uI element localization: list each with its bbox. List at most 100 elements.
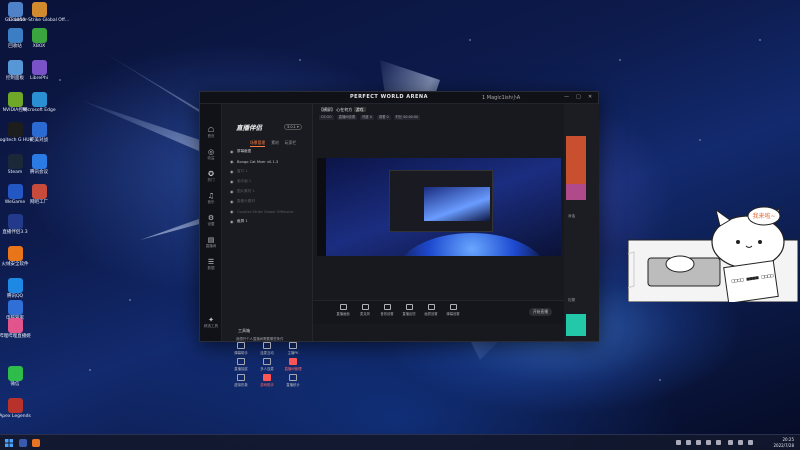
eye-icon[interactable]: ◉ bbox=[230, 149, 235, 154]
scene-item[interactable]: ◉ Counter-Strike Global Offensive bbox=[230, 208, 305, 215]
windows-start-icon[interactable] bbox=[5, 439, 13, 447]
desktop-icon[interactable]: Apex Legends bbox=[0, 398, 31, 419]
taskbar-pinned-app-icon[interactable] bbox=[32, 439, 40, 447]
tray-chevron-icon[interactable] bbox=[676, 440, 681, 445]
desktop-icon[interactable]: Logitech G HUB bbox=[0, 122, 33, 143]
toolbox-header: 工具箱 bbox=[238, 328, 250, 333]
chat-tab-gifts[interactable]: 礼物 bbox=[568, 298, 575, 303]
desktop-icon[interactable]: 直播伴侣3.3 bbox=[2, 214, 28, 235]
rail-item[interactable]: ✪ 热门 bbox=[204, 170, 218, 183]
stream-preview-canvas[interactable] bbox=[317, 158, 561, 256]
rail-item[interactable]: ◎ 收益 bbox=[204, 148, 218, 161]
eye-icon[interactable]: ◉ bbox=[230, 199, 235, 204]
maximize-icon[interactable]: □ bbox=[576, 94, 581, 100]
stream-control-button[interactable]: 麦克风 bbox=[355, 304, 375, 316]
desktop-icon[interactable]: LibrePhi bbox=[26, 60, 52, 81]
desktop-icon[interactable]: 火绒安全软件 bbox=[2, 246, 29, 267]
eye-icon[interactable]: ◉ bbox=[230, 179, 235, 184]
tool-label: 弹幕助手 bbox=[234, 351, 248, 355]
stream-info-chip[interactable]: 热度 0 bbox=[360, 115, 374, 120]
scene-tab[interactable]: 素材 bbox=[271, 140, 279, 147]
scene-tab[interactable]: 场景管理 bbox=[250, 140, 266, 147]
desktop-icon[interactable]: Microsoft Edge bbox=[22, 92, 56, 113]
toolbox-item[interactable]: 直播抽奖 bbox=[230, 358, 252, 371]
desktop-icon[interactable]: 网吧工厂 bbox=[26, 184, 52, 205]
stream-control-label: 直播反馈 bbox=[402, 312, 416, 316]
stream-info-chip[interactable]: CS:GO bbox=[319, 115, 334, 120]
toolbox-item[interactable]: 主播PK bbox=[282, 342, 304, 355]
eye-icon[interactable]: ◉ bbox=[230, 169, 235, 174]
scene-item[interactable]: ◉ 摄像头素材 bbox=[230, 198, 305, 205]
toolbox-item[interactable]: 多人连麦 bbox=[256, 358, 278, 371]
app-title-bar[interactable]: PERFECT WORLD ARENA 1 Magic1ish小A — □ ✕ bbox=[200, 92, 598, 104]
scene-item[interactable]: ◉ 画中画 1 bbox=[230, 178, 305, 185]
tray-app-icon[interactable] bbox=[696, 440, 701, 445]
toolbox-item[interactable]: 虚拟形象 bbox=[230, 374, 252, 387]
user-name[interactable]: 1 Magic1ish小A bbox=[482, 94, 520, 101]
stream-control-button[interactable]: 画质设置 bbox=[421, 304, 441, 316]
desktop-app-icon bbox=[7, 278, 23, 293]
desktop-icon[interactable]: Counter-Strike Global Off... bbox=[9, 2, 69, 23]
eye-icon[interactable]: ◉ bbox=[230, 219, 235, 224]
desktop-icon[interactable]: XBOX bbox=[26, 28, 52, 49]
close-icon[interactable]: ✕ bbox=[588, 94, 592, 100]
rail-item[interactable]: ☰ 数据 bbox=[204, 258, 218, 271]
scene-item[interactable]: ◉ 屏幕截图 bbox=[230, 148, 305, 155]
scene-item[interactable]: ◉ 窗口 1 bbox=[230, 168, 305, 175]
rail-item[interactable]: ☖ 首页 bbox=[204, 126, 218, 139]
input-method-icon[interactable] bbox=[748, 440, 753, 445]
toolbox-item[interactable]: 弹幕助手 bbox=[230, 342, 252, 355]
toolbox-item[interactable]: 连麦互动 bbox=[256, 342, 278, 355]
live-streaming-app-window[interactable]: PERFECT WORLD ARENA 1 Magic1ish小A — □ ✕ … bbox=[199, 91, 599, 387]
stream-info-chip[interactable]: 观看 0 bbox=[376, 115, 391, 120]
desktop-icon[interactable]: 腾讯QQ bbox=[2, 278, 28, 299]
scene-tab[interactable]: 玩家栏 bbox=[285, 140, 296, 147]
tool-label: 直播间管理 bbox=[284, 367, 302, 371]
stream-control-button[interactable]: 弹幕设置 bbox=[443, 304, 463, 316]
stream-title[interactable]: 【横屏】 心在何方 游戏 bbox=[319, 107, 366, 113]
taskbar-clock[interactable]: 20:25 2022/7/28 bbox=[773, 437, 794, 448]
desktop-icon[interactable]: 控制面板 bbox=[2, 60, 28, 81]
desktop-icon[interactable]: 腾讯会议 bbox=[26, 154, 52, 175]
toolbox-item[interactable]: 直播间管理 bbox=[282, 358, 304, 371]
toolbox-item[interactable]: 直播统计 bbox=[282, 374, 304, 387]
stream-control-label: 画质设置 bbox=[424, 312, 438, 316]
eye-icon[interactable]: ◉ bbox=[230, 159, 235, 164]
stream-control-button[interactable]: 音效设置 bbox=[377, 304, 397, 316]
rail-item[interactable]: ✦ 精选工具 bbox=[204, 316, 218, 329]
desktop-icon[interactable]: 完美对战 bbox=[26, 122, 52, 143]
tray-app-icon[interactable] bbox=[716, 440, 721, 445]
desktop-icon[interactable]: 回收站 bbox=[2, 28, 28, 49]
scene-panel: 直播伴侣 3.0.1 ▾ 场景管理 素材 玩家栏 ◉ 屏幕截图 ◉ Bongo Cat M… bbox=[222, 104, 313, 387]
taskbar-app-icon[interactable] bbox=[19, 439, 27, 447]
eye-icon[interactable]: ◉ bbox=[230, 189, 235, 194]
desktop-app-icon bbox=[7, 300, 23, 315]
scene-item[interactable]: ◉ 截屏 1 bbox=[230, 218, 305, 225]
desktop-app-icon bbox=[31, 184, 47, 199]
volume-icon[interactable] bbox=[738, 440, 743, 445]
rail-item[interactable]: ▤ 直播间 bbox=[204, 236, 218, 249]
desktop-icon[interactable]: 微信 bbox=[2, 366, 28, 387]
stream-info-chip[interactable]: 时长 00:00:00 bbox=[393, 115, 421, 120]
toolbox-item[interactable]: 游戏助手 bbox=[256, 374, 278, 387]
tray-app-icon[interactable] bbox=[686, 440, 691, 445]
eye-icon[interactable]: ◉ bbox=[230, 209, 235, 214]
stream-info-chip[interactable]: 直播间设置 bbox=[336, 115, 358, 120]
version-badge[interactable]: 3.0.1 ▾ bbox=[284, 124, 302, 130]
rail-item[interactable]: ⚙ 设置 bbox=[204, 214, 218, 227]
scene-item[interactable]: ◉ 图片素材 1 bbox=[230, 188, 305, 195]
tray-app-icon[interactable] bbox=[706, 440, 711, 445]
stream-control-button[interactable]: 直播反馈 bbox=[399, 304, 419, 316]
desktop-icon[interactable]: WeGame bbox=[2, 184, 28, 205]
rail-item[interactable]: ♫ 音乐 bbox=[204, 192, 218, 205]
chat-tab-dialog[interactable]: 对话 bbox=[568, 214, 575, 219]
tool-label: 多人连麦 bbox=[260, 367, 274, 371]
desktop-icon[interactable]: Steam bbox=[2, 154, 28, 175]
go-live-button[interactable]: 开始直播 bbox=[528, 308, 552, 316]
network-icon[interactable] bbox=[728, 440, 733, 445]
stream-control-button[interactable]: 直播画面 bbox=[333, 304, 353, 316]
desktop-icon-label: 哔哩哔哩直播姬 bbox=[0, 334, 31, 339]
desktop-icon[interactable]: 哔哩哔哩直播姬 bbox=[0, 318, 31, 339]
minimize-icon[interactable]: — bbox=[564, 94, 569, 100]
scene-item[interactable]: ◉ Bongo Cat Mver v0.1.3 bbox=[230, 158, 305, 165]
